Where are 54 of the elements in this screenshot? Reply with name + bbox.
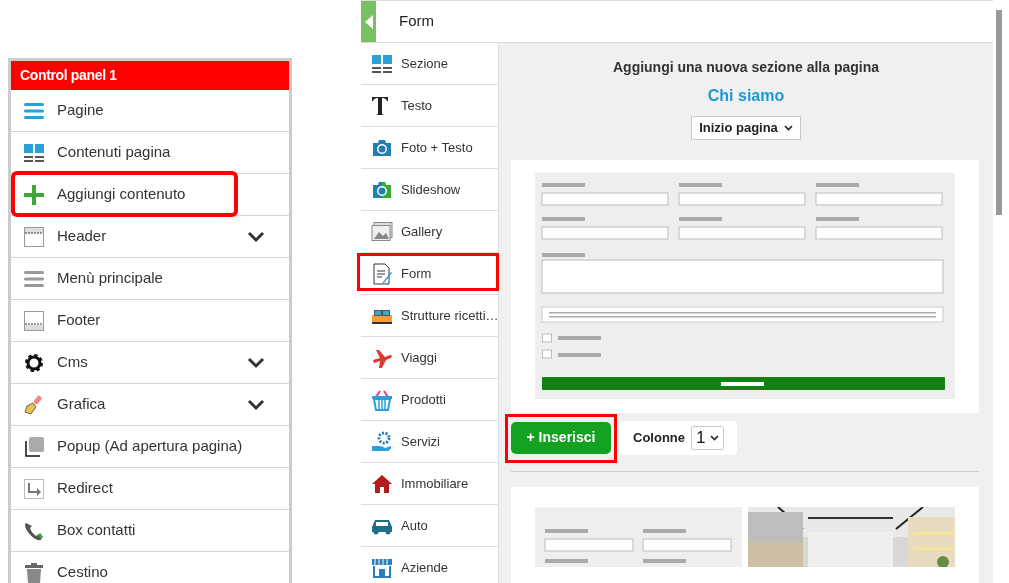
menu-item[interactable]: Grafica: [11, 384, 289, 426]
content-type-item[interactable]: Aziende: [361, 547, 498, 583]
panel-title: Control panel 1: [11, 61, 289, 90]
content-type-item[interactable]: Auto: [361, 505, 498, 547]
chevron-down-icon: [783, 124, 793, 131]
menu-item[interactable]: Header: [11, 216, 289, 258]
popup-icon: [23, 435, 45, 458]
basket-icon: [371, 388, 393, 411]
storefront-icon: [371, 556, 393, 579]
section-heading: Aggiungi una nuova sezione alla pagina: [612, 58, 879, 77]
chevron-down-icon[interactable]: [247, 230, 265, 243]
content-type-item[interactable]: Testo: [361, 85, 498, 127]
scrollbar[interactable]: [996, 10, 1002, 215]
menu-item[interactable]: Redirect: [11, 468, 289, 510]
chevron-down-icon[interactable]: [247, 356, 265, 369]
chevron-down-icon: [710, 434, 720, 441]
house-icon: [371, 472, 393, 495]
menu-item[interactable]: Contenuti pagina: [11, 132, 289, 174]
content-type-item[interactable]: Strutture ricetti…: [361, 295, 498, 337]
content-type-item[interactable]: Gallery: [361, 211, 498, 253]
layout-icon: [23, 141, 45, 164]
layout-icon: [371, 52, 393, 75]
paintbrush-icon: [23, 393, 45, 416]
chevron-down-icon[interactable]: [247, 398, 265, 411]
plus-icon: [23, 183, 45, 206]
position-select[interactable]: Inizio pagina: [691, 116, 801, 140]
image-icon: [371, 220, 393, 243]
menu-item[interactable]: Box contatti: [11, 510, 289, 552]
settings-icon: [23, 351, 45, 374]
menu-item[interactable]: Popup (Ad apertura pagina): [11, 426, 289, 468]
panel-title: Form: [399, 11, 434, 32]
content-type-item[interactable]: Slideshow: [361, 169, 498, 211]
menu-item[interactable]: Footer: [11, 300, 289, 342]
menu-item[interactable]: Cestino: [11, 552, 289, 583]
content-type-item[interactable]: Servizi: [361, 421, 498, 463]
content-type-item[interactable]: Sezione: [361, 43, 498, 85]
trash-icon: [23, 561, 45, 583]
back-icon: [364, 14, 373, 29]
page-name: Chi siamo: [707, 86, 785, 106]
columns-select[interactable]: 1: [691, 425, 725, 450]
menu-item[interactable]: Aggiungi contenuto: [11, 174, 289, 216]
columns-label: Colonne: [633, 429, 685, 448]
footer-icon: [23, 309, 45, 332]
hand-gear-icon: [371, 430, 393, 453]
content-type-item[interactable]: Foto + Testo: [361, 127, 498, 169]
content-type-item[interactable]: Immobiliare: [361, 463, 498, 505]
menu-item[interactable]: Pagine: [11, 90, 289, 132]
menu-item[interactable]: Cms: [11, 342, 289, 384]
document-pen-icon: [371, 262, 393, 285]
header-icon: [23, 225, 45, 248]
redirect-icon: [23, 477, 45, 500]
content-type-item[interactable]: Prodotti: [361, 379, 498, 421]
menu-item[interactable]: Menù principale: [11, 258, 289, 300]
content-type-item[interactable]: Viaggi: [361, 337, 498, 379]
